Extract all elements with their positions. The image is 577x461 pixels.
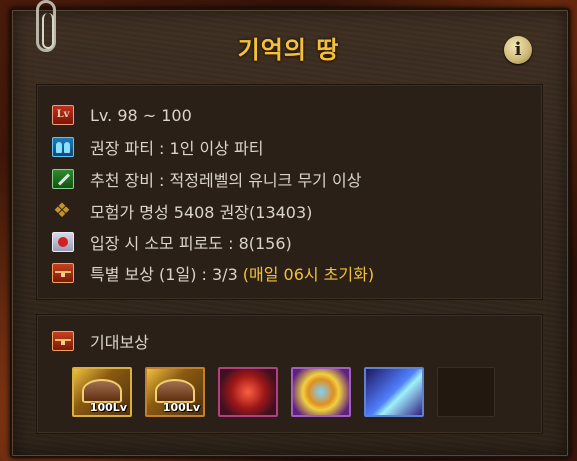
level-icon: Lv bbox=[52, 105, 74, 125]
reward-item-empty-slot bbox=[437, 367, 495, 417]
item-level: 100Lv bbox=[89, 401, 127, 414]
reward-item-list: 100Lv 100Lv bbox=[72, 367, 495, 417]
expected-rewards-label: 기대보상 bbox=[90, 333, 149, 352]
fatigue-text: 입장 시 소모 피로도 : 8(156) bbox=[90, 234, 292, 253]
sword-icon bbox=[52, 169, 74, 189]
dialog-title: 기억의 땅 bbox=[237, 36, 340, 64]
expected-rewards-header: 기대보상 bbox=[52, 330, 149, 352]
level-text: Lv. 98 ~ 100 bbox=[90, 105, 192, 125]
fame-icon bbox=[52, 198, 74, 222]
reward-item-golden-orb[interactable] bbox=[291, 367, 351, 417]
reset-time-text: (매일 06시 초기화) bbox=[242, 265, 375, 284]
reward-item-helmet-box[interactable]: 100Lv bbox=[72, 367, 132, 417]
chest-icon bbox=[52, 263, 74, 283]
equipment-row: 추천 장비 : 적정레벨의 유니크 무기 이상 bbox=[52, 168, 361, 190]
party-row: 권장 파티 : 1인 이상 파티 bbox=[52, 136, 263, 158]
special-reward-text: 특별 보상 (1일) : 3/3 bbox=[90, 265, 238, 284]
reward-item-red-crystal[interactable] bbox=[218, 367, 278, 417]
fame-text: 모험가 명성 5408 권장(13403) bbox=[90, 203, 313, 222]
item-level: 100Lv bbox=[162, 401, 200, 414]
party-text: 권장 파티 : 1인 이상 파티 bbox=[90, 139, 264, 158]
fatigue-icon bbox=[52, 232, 74, 252]
special-reward-row: 특별 보상 (1일) : 3/3 (매일 06시 초기화) bbox=[52, 262, 374, 284]
reward-item-spear[interactable] bbox=[364, 367, 424, 417]
chest-icon bbox=[52, 331, 74, 351]
party-icon bbox=[52, 137, 74, 157]
equipment-text: 추천 장비 : 적정레벨의 유니크 무기 이상 bbox=[90, 171, 362, 190]
reward-item-helmet-box-2[interactable]: 100Lv bbox=[145, 367, 205, 417]
fatigue-row: 입장 시 소모 피로도 : 8(156) bbox=[52, 231, 292, 253]
level-row: Lv Lv. 98 ~ 100 bbox=[52, 104, 192, 126]
info-button[interactable]: i bbox=[504, 36, 532, 64]
fame-row: 모험가 명성 5408 권장(13403) bbox=[52, 198, 313, 222]
